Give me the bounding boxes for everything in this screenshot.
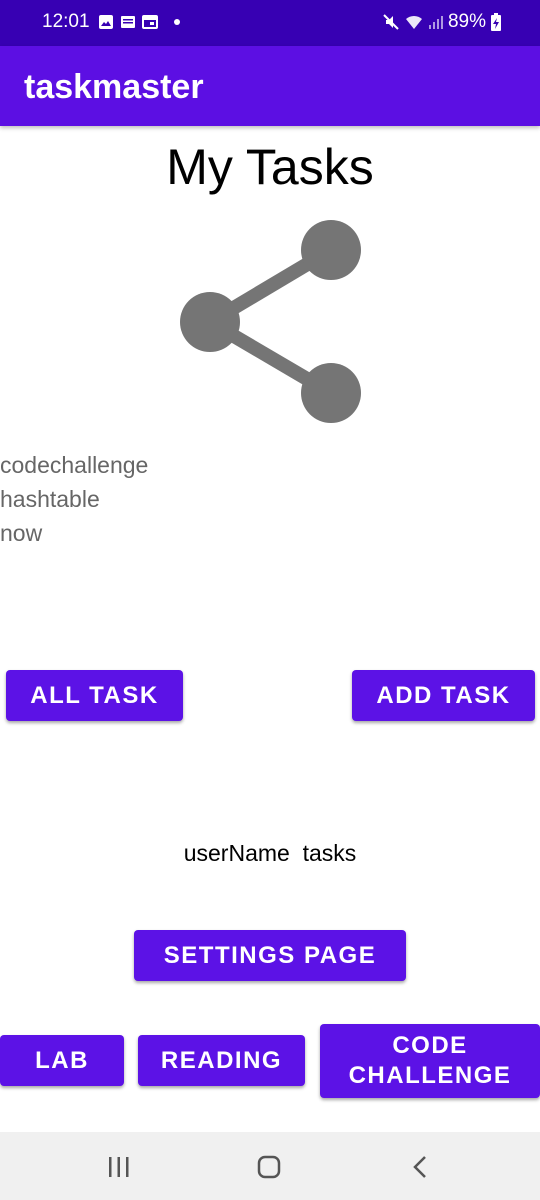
back-icon[interactable]: [406, 1152, 436, 1182]
navigation-bar: [0, 1132, 540, 1200]
page-title: My Tasks: [166, 139, 374, 195]
settings-page-button[interactable]: SETTINGS PAGE: [134, 930, 406, 981]
task-list-item[interactable]: hashtable: [0, 482, 300, 516]
recent-apps-icon[interactable]: [104, 1152, 134, 1182]
app-title: taskmaster: [24, 68, 204, 106]
status-system-icons: 89%: [382, 11, 502, 33]
lab-button[interactable]: LAB: [0, 1035, 124, 1086]
task-list-item[interactable]: now: [0, 516, 300, 550]
user-tasks-label: userName tasks: [183, 840, 357, 866]
status-bar: 12:01 89%: [0, 0, 540, 46]
app-bar: taskmaster: [0, 46, 540, 126]
task-list[interactable]: codechallenge hashtable now codechalleng…: [0, 448, 300, 558]
image-icon: [99, 15, 113, 29]
home-icon[interactable]: [254, 1152, 284, 1182]
battery-charging-icon: [491, 13, 501, 31]
news-icon: [121, 16, 135, 28]
all-task-button[interactable]: ALL TASK: [6, 670, 183, 721]
status-time: 12:01: [42, 11, 90, 32]
battery-percentage: 89%: [447, 11, 486, 32]
calendar-icon: [142, 15, 158, 29]
code-challenge-button[interactable]: CODE CHALLENGE: [320, 1024, 540, 1098]
status-notification-icons: [98, 12, 180, 32]
mute-icon: [383, 14, 399, 30]
task-list-item[interactable]: codechallenge: [0, 448, 300, 482]
share-icon[interactable]: [176, 215, 366, 425]
add-task-button[interactable]: ADD TASK: [352, 670, 535, 721]
reading-button[interactable]: READING: [138, 1035, 305, 1086]
signal-icon: [428, 16, 443, 29]
notification-dot-icon: [174, 19, 180, 25]
wifi-icon: [405, 15, 422, 29]
task-list-item[interactable]: codechallenge: [0, 550, 300, 558]
